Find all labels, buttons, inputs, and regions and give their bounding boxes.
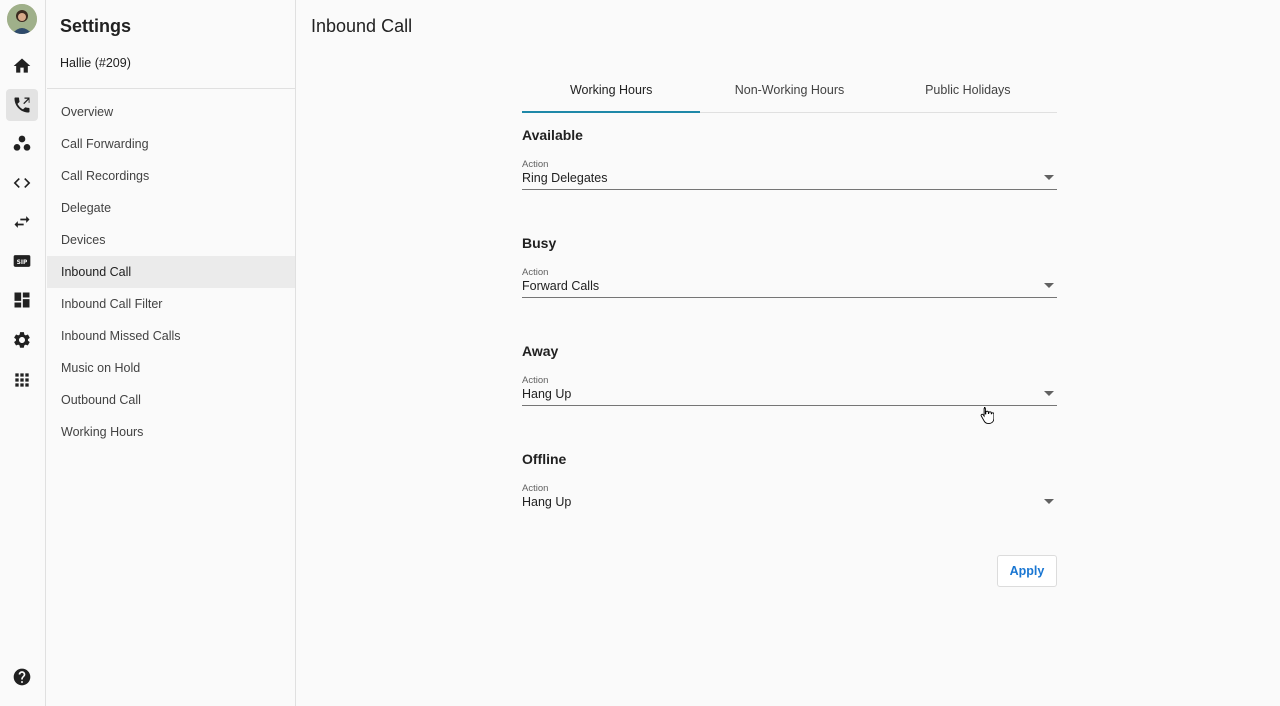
sidebar-user: Hallie (#209) (60, 56, 131, 70)
field-label: Action (522, 375, 549, 386)
sidebar-item-outbound-call[interactable]: Outbound Call (47, 384, 295, 416)
svg-text:SIP: SIP (17, 260, 28, 266)
swap-icon[interactable] (6, 206, 38, 238)
action-select-offline[interactable]: Action Hang Up (522, 483, 1057, 514)
field-label: Action (522, 267, 549, 278)
section-heading: Offline (522, 451, 567, 467)
field-value: Hang Up (522, 495, 572, 509)
chevron-down-icon (1044, 283, 1054, 288)
field-value: Ring Delegates (522, 171, 608, 185)
main-content: Inbound Call Working Hours Non-Working H… (297, 0, 1280, 706)
sidebar-divider (47, 88, 295, 89)
section-heading: Busy (522, 235, 557, 251)
apply-button[interactable]: Apply (997, 555, 1057, 587)
field-label: Action (522, 159, 549, 170)
chevron-down-icon (1044, 499, 1054, 504)
icon-rail: SIP (0, 0, 46, 706)
tab-bar: Working Hours Non-Working Hours Public H… (522, 75, 1057, 113)
action-select-away[interactable]: Action Hang Up (522, 375, 1057, 406)
chevron-down-icon (1044, 391, 1054, 396)
field-label: Action (522, 483, 549, 494)
sip-icon[interactable]: SIP (6, 245, 38, 277)
sidebar-item-call-recordings[interactable]: Call Recordings (47, 160, 295, 192)
sidebar-item-working-hours[interactable]: Working Hours (47, 416, 295, 448)
section-busy: Busy Action Forward Calls (522, 235, 1057, 298)
hand-cursor-icon (980, 407, 994, 424)
section-heading: Away (522, 343, 559, 359)
sidebar-item-inbound-missed-calls[interactable]: Inbound Missed Calls (47, 320, 295, 352)
apps-grid-icon[interactable] (6, 364, 38, 396)
tab-non-working-hours[interactable]: Non-Working Hours (700, 75, 878, 112)
sidebar-item-inbound-call[interactable]: Inbound Call (47, 256, 295, 288)
section-heading: Available (522, 127, 583, 143)
field-value: Hang Up (522, 387, 572, 401)
home-icon[interactable] (6, 50, 38, 82)
page-title: Inbound Call (311, 16, 413, 36)
avatar[interactable] (7, 4, 37, 34)
action-select-available[interactable]: Action Ring Delegates (522, 159, 1057, 190)
field-value: Forward Calls (522, 279, 600, 293)
sidebar-item-music-on-hold[interactable]: Music on Hold (47, 352, 295, 384)
sidebar-title: Settings (60, 16, 132, 36)
section-available: Available Action Ring Delegates (522, 127, 1057, 190)
chevron-down-icon (1044, 175, 1054, 180)
tab-working-hours[interactable]: Working Hours (522, 75, 701, 113)
section-away: Away Action Hang Up (522, 343, 1057, 406)
gear-icon[interactable] (6, 324, 38, 356)
phone-icon[interactable] (6, 89, 38, 121)
action-select-busy[interactable]: Action Forward Calls (522, 267, 1057, 298)
sidebar-item-inbound-call-filter[interactable]: Inbound Call Filter (47, 288, 295, 320)
section-offline: Offline Action Hang Up (522, 451, 1057, 509)
help-icon[interactable] (6, 661, 38, 693)
sidebar-item-delegate[interactable]: Delegate (47, 192, 295, 224)
sidebar-item-call-forwarding[interactable]: Call Forwarding (47, 128, 295, 160)
dashboard-icon[interactable] (6, 284, 38, 316)
sidebar-item-overview[interactable]: Overview (47, 96, 295, 128)
tab-public-holidays[interactable]: Public Holidays (879, 75, 1057, 112)
code-icon[interactable] (6, 167, 38, 199)
sidebar-list: Overview Call Forwarding Call Recordings… (47, 96, 295, 448)
settings-sidebar: Settings Hallie (#209) Overview Call For… (47, 0, 296, 706)
people-icon[interactable] (6, 128, 38, 160)
sidebar-item-devices[interactable]: Devices (47, 224, 295, 256)
